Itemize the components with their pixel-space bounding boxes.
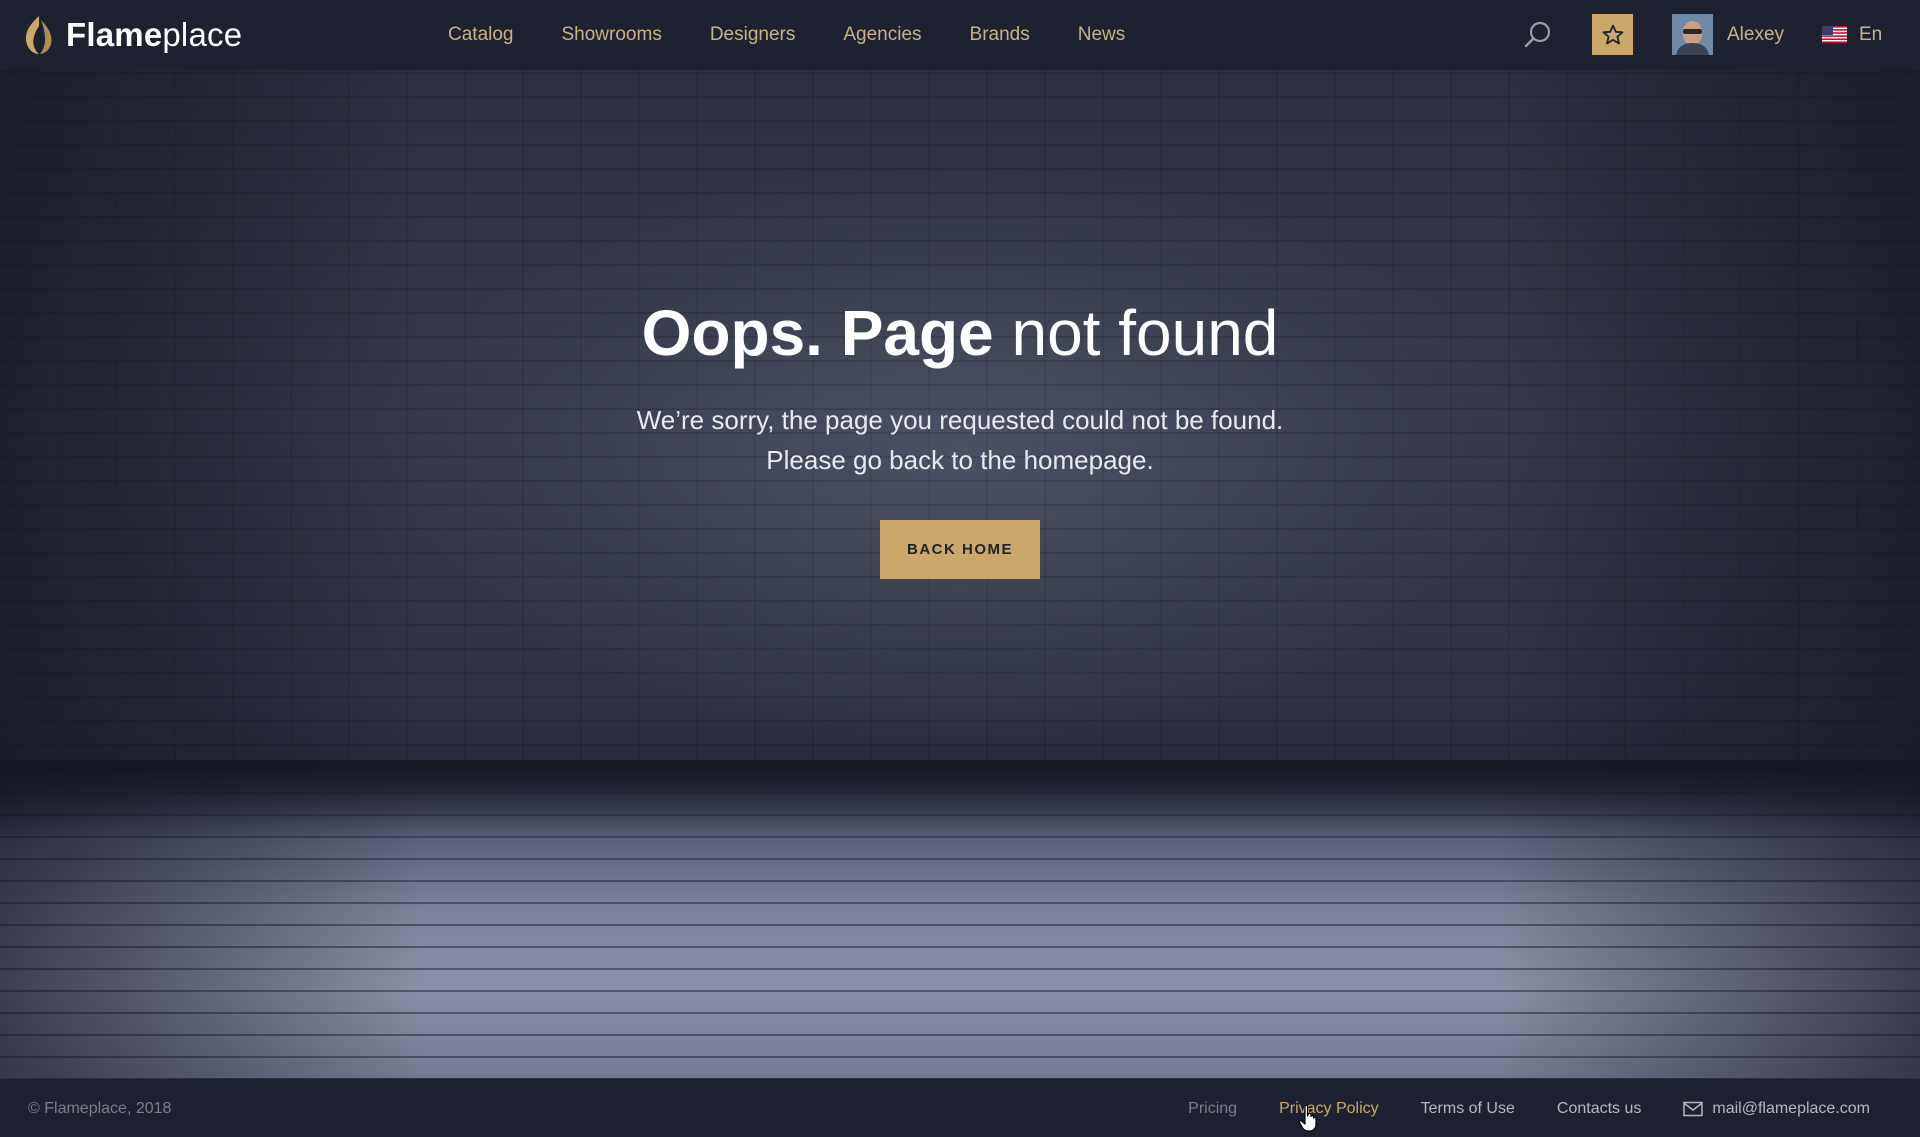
error-message: We’re sorry, the page you requested coul… [0,400,1920,480]
nav-catalog[interactable]: Catalog [448,24,514,46]
nav-agencies[interactable]: Agencies [843,24,921,46]
avatar-image [1672,14,1713,55]
hand-cursor-icon [1298,1104,1317,1132]
star-icon [1602,24,1623,44]
back-home-button[interactable]: BACK HOME [880,520,1040,580]
user-name: Alexey [1727,23,1785,45]
top-header: Flameplace Catalog Showrooms Designers A… [0,0,1920,70]
footer: © Flameplace, 2018 Pricing Privacy Polic… [0,1078,1920,1137]
favorites-button[interactable] [1592,14,1633,55]
error-message-line1: We’re sorry, the page you requested coul… [636,405,1284,436]
user-menu[interactable]: Alexey [1672,14,1784,55]
search-button[interactable] [1522,19,1554,51]
footer-link-privacy[interactable]: Privacy Policy [1279,1100,1379,1118]
hero-section: Oops. Page not found We’re sorry, the pa… [0,70,1920,1078]
nav-news[interactable]: News [1078,24,1126,46]
error-title-light: not found [1011,297,1279,369]
footer-email-link[interactable]: mail@flameplace.com [1683,1100,1870,1118]
envelope-icon [1683,1101,1704,1116]
error-content: Oops. Page not found We’re sorry, the pa… [0,298,1920,580]
nav-showrooms[interactable]: Showrooms [562,24,662,46]
language-selector[interactable]: En [1822,14,1882,55]
flame-icon [25,16,52,54]
avatar [1672,14,1713,55]
copyright: © Flameplace, 2018 [28,1100,172,1117]
error-title: Oops. Page not found [0,298,1920,368]
error-title-bold: Oops. Page [641,297,994,369]
error-message-line2: Please go back to the homepage. [766,445,1154,476]
logo-text: Flameplace [66,16,242,54]
logo[interactable]: Flameplace [22,10,242,60]
footer-link-terms[interactable]: Terms of Use [1421,1100,1515,1118]
logo-text-bold: Flame [66,16,163,53]
page: Flameplace Catalog Showrooms Designers A… [0,0,1920,1137]
footer-email: mail@flameplace.com [1712,1099,1870,1117]
logo-text-light: place [162,16,243,53]
main-nav: Catalog Showrooms Designers Agencies Bra… [448,0,1173,70]
language-label: En [1859,23,1883,45]
footer-link-contacts[interactable]: Contacts us [1557,1100,1641,1118]
search-icon [1524,21,1551,48]
us-flag-icon [1822,26,1847,43]
footer-links: Pricing Privacy Policy Terms of Use Cont… [1146,1079,1870,1137]
nav-designers[interactable]: Designers [710,24,796,46]
nav-brands[interactable]: Brands [970,24,1030,46]
footer-link-pricing[interactable]: Pricing [1188,1100,1237,1118]
